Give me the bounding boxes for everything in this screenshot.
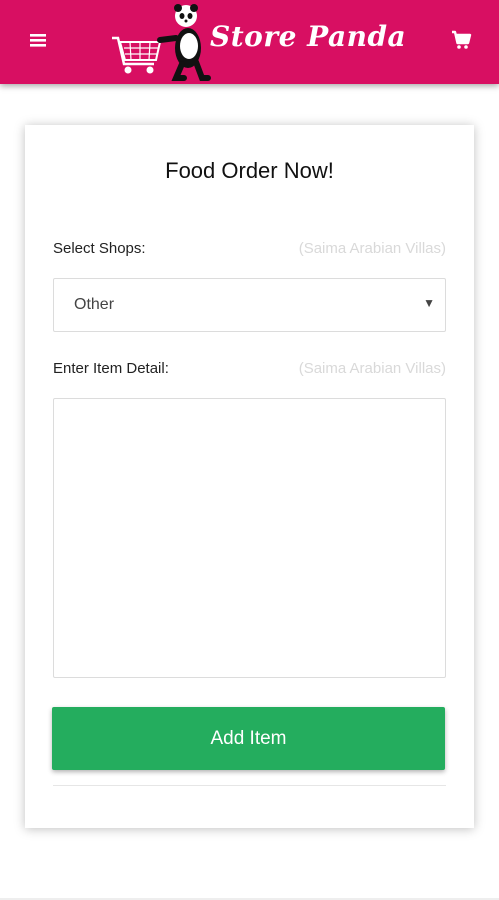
add-item-button[interactable]: Add Item <box>52 707 445 770</box>
shop-select-value: Other <box>74 296 115 313</box>
app-header: Store Panda <box>0 0 499 84</box>
item-detail-label: Enter Item Detail: <box>53 360 169 377</box>
form-divider <box>53 785 446 786</box>
shopping-cart-icon[interactable] <box>449 28 473 52</box>
store-panda-logo[interactable]: Store Panda <box>110 0 406 84</box>
brand-name: Store Panda <box>210 20 407 53</box>
select-shops-hint: (Saima Arabian Villas) <box>298 240 446 257</box>
item-detail-textarea[interactable] <box>53 398 446 678</box>
chevron-down-icon: ▼ <box>423 296 435 310</box>
select-shops-label: Select Shops: <box>53 240 146 257</box>
shop-select[interactable]: Other ▼ <box>53 278 446 332</box>
hamburger-menu-icon[interactable] <box>26 28 50 52</box>
form-title: Food Order Now! <box>165 158 334 183</box>
panda-cart-icon <box>112 4 211 81</box>
item-detail-hint: (Saima Arabian Villas) <box>298 360 446 377</box>
